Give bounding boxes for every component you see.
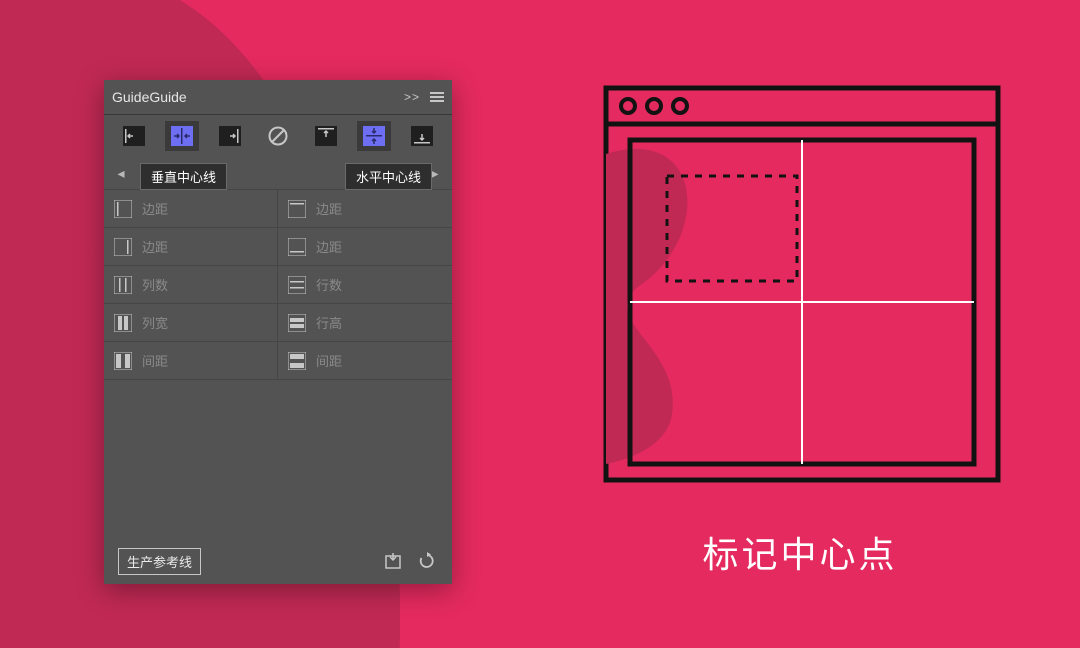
panel-menu-icon[interactable] (430, 92, 444, 102)
panel-footer: 生产参考线 (104, 538, 452, 584)
generate-guides-button[interactable]: 生产参考线 (118, 548, 201, 575)
tooltip-horizontal-center: 水平中心线 (345, 163, 432, 190)
field-margin-right[interactable]: 边距 (104, 227, 278, 265)
margin-left-icon (112, 199, 134, 219)
field-margin-left[interactable]: 边距 (104, 189, 278, 227)
refresh-icon[interactable] (416, 550, 438, 572)
rows-icon (286, 275, 308, 295)
field-label: 行高 (316, 313, 342, 332)
field-margin-top[interactable]: 边距 (278, 189, 452, 227)
field-label: 间距 (142, 351, 168, 370)
fields-column-left: 边距 边距 列数 列宽 间距 (104, 189, 278, 379)
illustration-window (602, 84, 1002, 484)
clear-guides-button[interactable] (261, 121, 295, 151)
field-label: 边距 (142, 237, 168, 256)
tab-prev-icon[interactable]: ◂ (114, 165, 128, 182)
col-width-icon (112, 313, 134, 333)
field-margin-bottom[interactable]: 边距 (278, 227, 452, 265)
panel-title: GuideGuide (112, 89, 404, 105)
collapse-button[interactable]: >> (404, 90, 420, 104)
guide-toolbar (104, 115, 452, 157)
margin-bottom-icon (286, 237, 308, 257)
field-row-height[interactable]: 行高 (278, 303, 452, 341)
field-row-gutter[interactable]: 间距 (278, 341, 452, 379)
guide-right-edge-button[interactable] (213, 121, 247, 151)
field-label: 间距 (316, 351, 342, 370)
field-label: 边距 (316, 237, 342, 256)
field-column-gutter[interactable]: 间距 (104, 341, 278, 379)
field-column-width[interactable]: 列宽 (104, 303, 278, 341)
col-gutter-icon (112, 351, 134, 371)
field-label: 行数 (316, 275, 342, 294)
tab-bar: ◂ 库 ▸ 垂直中心线 水平中心线 (104, 157, 452, 189)
save-set-icon[interactable] (382, 550, 404, 572)
guide-top-edge-button[interactable] (309, 121, 343, 151)
guideguide-panel: GuideGuide >> ◂ 库 ▸ 垂直中心线 水平中心线 (104, 80, 452, 584)
field-label: 列宽 (142, 313, 168, 332)
row-gutter-icon (286, 351, 308, 371)
margin-right-icon (112, 237, 134, 257)
guide-left-edge-button[interactable] (117, 121, 151, 151)
illustration-caption: 标记中心点 (600, 526, 1000, 578)
field-label: 边距 (316, 199, 342, 218)
field-label: 列数 (142, 275, 168, 294)
margin-top-icon (286, 199, 308, 219)
field-rows[interactable]: 行数 (278, 265, 452, 303)
row-height-icon (286, 313, 308, 333)
fields-column-right: 边距 边距 行数 行高 间距 (278, 189, 452, 379)
guide-horizontal-center-button[interactable] (357, 121, 391, 151)
tooltip-vertical-center: 垂直中心线 (140, 163, 227, 190)
fields-grid: 边距 边距 列数 列宽 间距 边距 (104, 189, 452, 379)
columns-icon (112, 275, 134, 295)
panel-header: GuideGuide >> (104, 80, 452, 115)
guide-vertical-center-button[interactable] (165, 121, 199, 151)
field-columns[interactable]: 列数 (104, 265, 278, 303)
guide-bottom-edge-button[interactable] (405, 121, 439, 151)
field-label: 边距 (142, 199, 168, 218)
